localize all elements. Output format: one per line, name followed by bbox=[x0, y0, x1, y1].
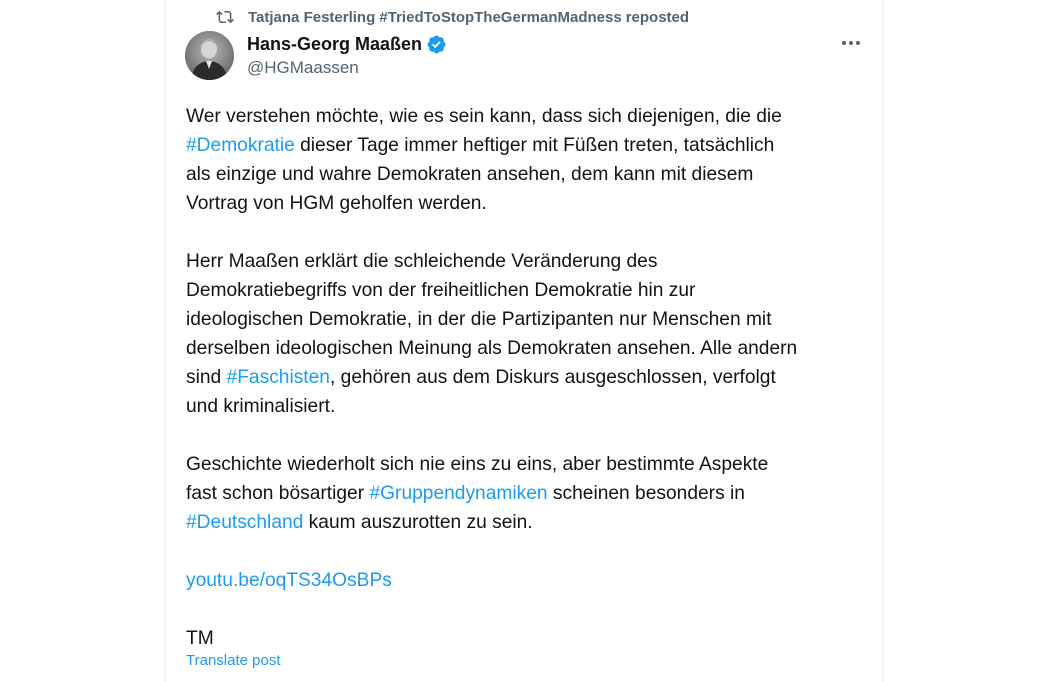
tweet-paragraph-signature: TM bbox=[186, 624, 876, 653]
repost-icon bbox=[216, 8, 234, 26]
tweet-card[interactable]: Tatjana Festerling #TriedToStopTheGerman… bbox=[165, 0, 883, 682]
text-line: und kriminalisiert. bbox=[186, 396, 336, 417]
text-line: als einzige und wahre Demokraten ansehen… bbox=[186, 164, 754, 185]
hashtag-demokratie[interactable]: #Demokratie bbox=[186, 135, 295, 156]
text-line: Vortrag von HGM geholfen werden. bbox=[186, 193, 487, 214]
text-span: fast schon bösartiger bbox=[186, 483, 370, 504]
tweet-paragraph-2: Herr Maaßen erklärt die schleichende Ver… bbox=[186, 247, 876, 421]
text-span: dieser Tage immer heftiger mit Füßen tre… bbox=[294, 135, 775, 156]
hashtag-gruppendynamiken[interactable]: #Gruppendynamiken bbox=[369, 483, 547, 504]
avatar[interactable] bbox=[185, 31, 234, 80]
text-line: Wer verstehen möchte, wie es sein kann, … bbox=[186, 106, 782, 127]
text-line: ideologischen Demokratie, in der die Par… bbox=[186, 309, 772, 330]
text-line: Demokratiebegriffs von der freiheitliche… bbox=[186, 280, 696, 301]
author-name-line: Hans-Georg Maaßen bbox=[247, 32, 447, 56]
hashtag-deutschland[interactable]: #Deutschland bbox=[186, 512, 303, 533]
text-line: #Demokratie dieser Tage immer heftiger m… bbox=[186, 131, 876, 160]
text-span: , gehören aus dem Diskurs ausgeschlossen… bbox=[329, 367, 776, 388]
author-display-name[interactable]: Hans-Georg Maaßen bbox=[247, 34, 422, 55]
text-line: derselben ideologischen Meinung als Demo… bbox=[186, 338, 798, 359]
text-line: sind #Faschisten, gehören aus dem Diskur… bbox=[186, 363, 876, 392]
tweet-text: Wer verstehen möchte, wie es sein kann, … bbox=[186, 102, 876, 682]
text-line: fast schon bösartiger #Gruppendynamiken … bbox=[186, 479, 876, 508]
author-handle[interactable]: @HGMaassen bbox=[247, 58, 447, 78]
author-info: Hans-Georg Maaßen @HGMaassen bbox=[247, 32, 447, 78]
text-line: #Deutschland kaum auszurotten zu sein. bbox=[186, 508, 876, 537]
repost-label: reposted bbox=[625, 8, 690, 26]
translate-post-link[interactable]: Translate post bbox=[186, 652, 281, 669]
verified-badge-icon[interactable] bbox=[426, 34, 447, 55]
tweet-paragraph-3: Geschichte wiederholt sich nie eins zu e… bbox=[186, 450, 876, 537]
text-span: sind bbox=[186, 367, 227, 388]
page: Tatjana Festerling #TriedToStopTheGerman… bbox=[0, 0, 1050, 682]
text-span: scheinen besonders in bbox=[547, 483, 745, 504]
text-span: kaum auszurotten zu sein. bbox=[303, 512, 533, 533]
reposter-name[interactable]: Tatjana Festerling #TriedToStopTheGerman… bbox=[248, 9, 622, 26]
signature-text: TM bbox=[186, 628, 214, 649]
repost-context: Tatjana Festerling #TriedToStopTheGerman… bbox=[216, 6, 689, 28]
tweet-paragraph-1: Wer verstehen möchte, wie es sein kann, … bbox=[186, 102, 876, 218]
external-link[interactable]: youtu.be/oqTS34OsBPs bbox=[186, 566, 876, 595]
text-line: Herr Maaßen erklärt die schleichende Ver… bbox=[186, 251, 658, 272]
hashtag-faschisten[interactable]: #Faschisten bbox=[227, 367, 330, 388]
tweet-paragraph-link: youtu.be/oqTS34OsBPs bbox=[186, 566, 876, 595]
more-options-button[interactable] bbox=[834, 30, 868, 56]
more-icon bbox=[841, 41, 862, 45]
text-line: Geschichte wiederholt sich nie eins zu e… bbox=[186, 454, 769, 475]
